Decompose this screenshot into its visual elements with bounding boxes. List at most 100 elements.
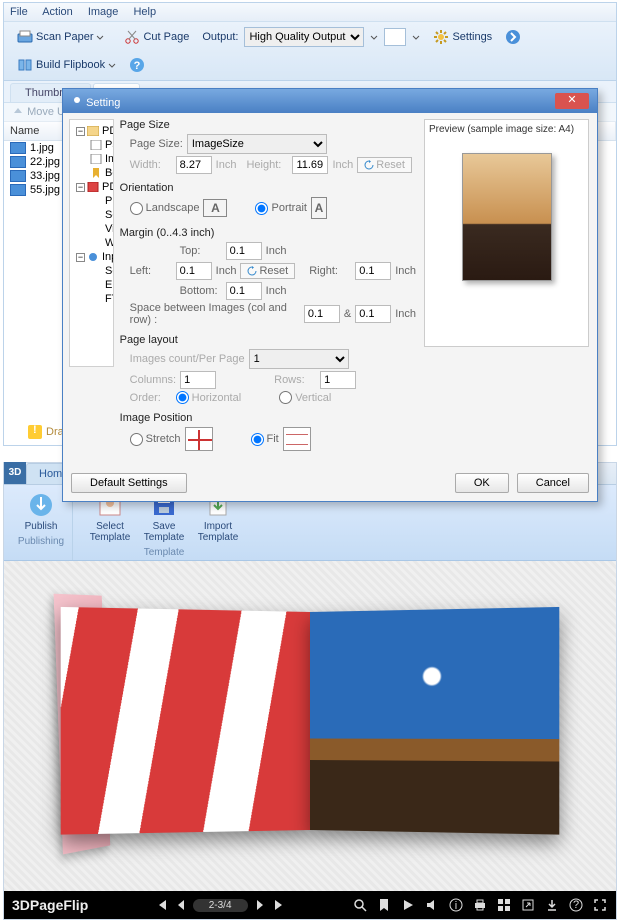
output-select[interactable]: High Quality Output bbox=[244, 27, 364, 47]
ok-button[interactable]: OK bbox=[455, 473, 509, 493]
dropdown-icon bbox=[96, 33, 104, 41]
reset-margin-button[interactable]: Reset bbox=[240, 263, 295, 279]
close-icon[interactable]: ✕ bbox=[555, 93, 589, 109]
menu-file[interactable]: File bbox=[10, 6, 28, 18]
app-menu-button[interactable]: 3D bbox=[4, 462, 26, 484]
tree-io[interactable]: −Input/Output bbox=[72, 250, 111, 264]
tree-ftp[interactable]: FTP bbox=[72, 292, 111, 306]
tree-scan[interactable]: Scan bbox=[72, 264, 111, 278]
scan-label: Scan Paper bbox=[36, 31, 93, 43]
dropdown-icon bbox=[108, 61, 116, 69]
cut-page-button[interactable]: Cut Page bbox=[117, 26, 196, 48]
page-indicator: 2-3/4 bbox=[193, 899, 248, 912]
preview-page bbox=[462, 153, 552, 281]
col-space-input[interactable] bbox=[304, 305, 340, 323]
landscape-icon: A bbox=[203, 199, 227, 217]
images-per-page-select[interactable]: 1 bbox=[249, 349, 349, 369]
dropdown-icon[interactable] bbox=[412, 33, 420, 41]
player-tools: i ? bbox=[352, 897, 608, 913]
margin-top-input[interactable] bbox=[226, 242, 262, 260]
row-space-input[interactable] bbox=[355, 305, 391, 323]
default-settings-button[interactable]: Default Settings bbox=[71, 473, 187, 493]
scanner-icon bbox=[17, 29, 33, 45]
sound-icon[interactable] bbox=[424, 897, 440, 913]
prev-page-button[interactable] bbox=[173, 897, 189, 913]
cancel-button[interactable]: Cancel bbox=[517, 473, 589, 493]
publish-button[interactable]: Publish bbox=[16, 489, 66, 534]
orientation-portrait-radio[interactable]: Portrait bbox=[255, 202, 306, 215]
help-icon[interactable]: ? bbox=[129, 57, 145, 73]
rows-input[interactable] bbox=[320, 371, 356, 389]
margin-right-input[interactable] bbox=[355, 262, 391, 280]
margin-bottom-input[interactable] bbox=[226, 282, 262, 300]
bookmark-icon[interactable] bbox=[376, 897, 392, 913]
columns-input[interactable] bbox=[180, 371, 216, 389]
tree-page-settings[interactable]: Page Settings bbox=[72, 138, 111, 152]
share-icon[interactable] bbox=[520, 897, 536, 913]
image-file-icon bbox=[10, 184, 26, 196]
orientation-landscape-radio[interactable]: Landscape bbox=[130, 202, 200, 215]
cut-label: Cut Page bbox=[143, 31, 189, 43]
tree-watermark[interactable]: Watermark bbox=[72, 236, 111, 250]
dropdown-icon[interactable] bbox=[370, 33, 378, 41]
image-file-icon bbox=[10, 142, 26, 154]
svg-text:?: ? bbox=[134, 60, 141, 72]
tree-properties[interactable]: Properties bbox=[72, 194, 111, 208]
arrow-right-icon[interactable] bbox=[505, 29, 521, 45]
preview-panel: Preview (sample image size: A4) bbox=[424, 119, 589, 347]
player-bar: 3DPageFlip 2-3/4 i ? bbox=[4, 891, 616, 919]
image-file-icon bbox=[10, 156, 26, 168]
play-icon[interactable] bbox=[400, 897, 416, 913]
menu-image[interactable]: Image bbox=[88, 6, 119, 18]
flipbook[interactable] bbox=[50, 602, 570, 850]
tree-email[interactable]: Email bbox=[72, 278, 111, 292]
fullscreen-icon[interactable] bbox=[592, 897, 608, 913]
reset-size-button[interactable]: Reset bbox=[357, 157, 412, 173]
last-page-button[interactable] bbox=[272, 897, 288, 913]
page-size-select[interactable]: ImageSize bbox=[187, 134, 327, 154]
download-icon[interactable] bbox=[544, 897, 560, 913]
next-page-button[interactable] bbox=[252, 897, 268, 913]
info-icon[interactable]: i bbox=[448, 897, 464, 913]
margin-left-input[interactable] bbox=[176, 262, 212, 280]
width-label: Width: bbox=[130, 159, 172, 171]
ribbon-group-label: Publishing bbox=[18, 536, 64, 547]
section-margin: Margin (0..4.3 inch) Top: Inch Left: Inc… bbox=[120, 227, 416, 326]
tree-viewer[interactable]: Viewer bbox=[72, 222, 111, 236]
position-fit-radio[interactable]: Fit bbox=[251, 433, 279, 446]
menu-action[interactable]: Action bbox=[42, 6, 73, 18]
scan-paper-button[interactable]: Scan Paper bbox=[10, 26, 111, 48]
page-image bbox=[61, 607, 310, 835]
position-stretch-radio[interactable]: Stretch bbox=[130, 433, 181, 446]
first-page-button[interactable] bbox=[153, 897, 169, 913]
help-icon[interactable]: ? bbox=[568, 897, 584, 913]
stretch-icon bbox=[185, 427, 213, 451]
settings-button[interactable]: Settings bbox=[426, 26, 499, 48]
tree-bookmark[interactable]: Bookmark bbox=[72, 166, 111, 180]
tree-image-transform[interactable]: Image Transform bbox=[72, 152, 111, 166]
menu-help[interactable]: Help bbox=[133, 6, 156, 18]
tree-security[interactable]: Security bbox=[72, 208, 111, 222]
print-icon[interactable] bbox=[472, 897, 488, 913]
order-horizontal-radio[interactable]: Horizontal bbox=[176, 391, 242, 404]
tree-pdf-settings[interactable]: −PDF Settings bbox=[72, 124, 111, 138]
menu-bar: File Action Image Help bbox=[4, 3, 616, 22]
color-picker[interactable] bbox=[384, 28, 406, 46]
section-orientation: Orientation Landscape A Portrait A bbox=[120, 182, 416, 219]
width-input[interactable] bbox=[176, 156, 212, 174]
settings-tree: −PDF Settings Page Settings Image Transf… bbox=[69, 119, 114, 367]
dialog-titlebar[interactable]: Setting ✕ bbox=[63, 89, 597, 113]
search-icon[interactable] bbox=[352, 897, 368, 913]
tree-pdf-additions[interactable]: −PDF Additions bbox=[72, 180, 111, 194]
book-page-right[interactable] bbox=[310, 607, 559, 835]
height-input[interactable] bbox=[292, 156, 328, 174]
book-page-left[interactable] bbox=[61, 607, 310, 835]
output-label: Output: bbox=[202, 31, 238, 43]
pager-controls: 2-3/4 bbox=[153, 897, 288, 913]
order-vertical-radio[interactable]: Vertical bbox=[279, 391, 331, 404]
flipbook-stage[interactable] bbox=[4, 561, 616, 891]
height-label: Height: bbox=[246, 159, 288, 171]
thumbnails-icon[interactable] bbox=[496, 897, 512, 913]
build-flipbook-button[interactable]: Build Flipbook bbox=[10, 54, 123, 76]
publish-icon bbox=[27, 491, 55, 519]
